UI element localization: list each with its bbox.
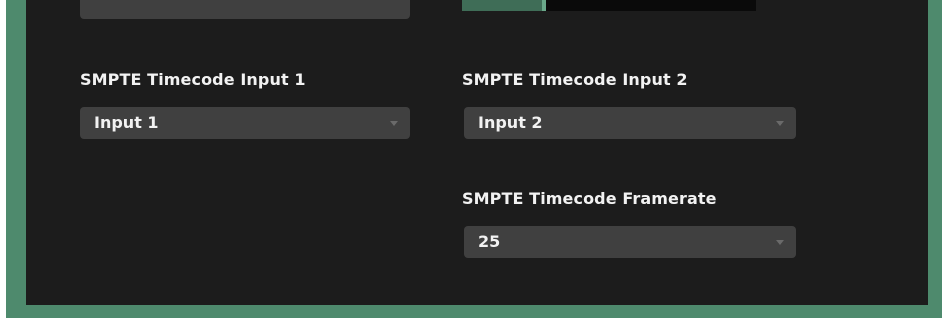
chevron-down-icon [390,121,398,126]
smpte-input-2-value: Input 2 [478,113,543,132]
smpte-framerate-value: 25 [478,232,501,251]
smpte-input-1-select[interactable]: Input 1 [80,107,410,139]
window-frame: SMPTE Timecode Input 1 Input 1 SMPTE Tim… [6,0,942,318]
smpte-input-2-select[interactable]: Input 2 [464,107,796,139]
smpte-input-1-label: SMPTE Timecode Input 1 [80,70,306,89]
partial-bar-accent [462,0,542,11]
chevron-down-icon [776,240,784,245]
smpte-input-2-label: SMPTE Timecode Input 2 [462,70,688,89]
settings-panel: SMPTE Timecode Input 1 Input 1 SMPTE Tim… [26,0,928,305]
smpte-framerate-select[interactable]: 25 [464,226,796,258]
chevron-down-icon [776,121,784,126]
partial-select-top[interactable] [80,0,410,19]
partial-bar-dark [546,0,756,11]
smpte-framerate-label: SMPTE Timecode Framerate [462,189,717,208]
smpte-input-1-value: Input 1 [94,113,159,132]
